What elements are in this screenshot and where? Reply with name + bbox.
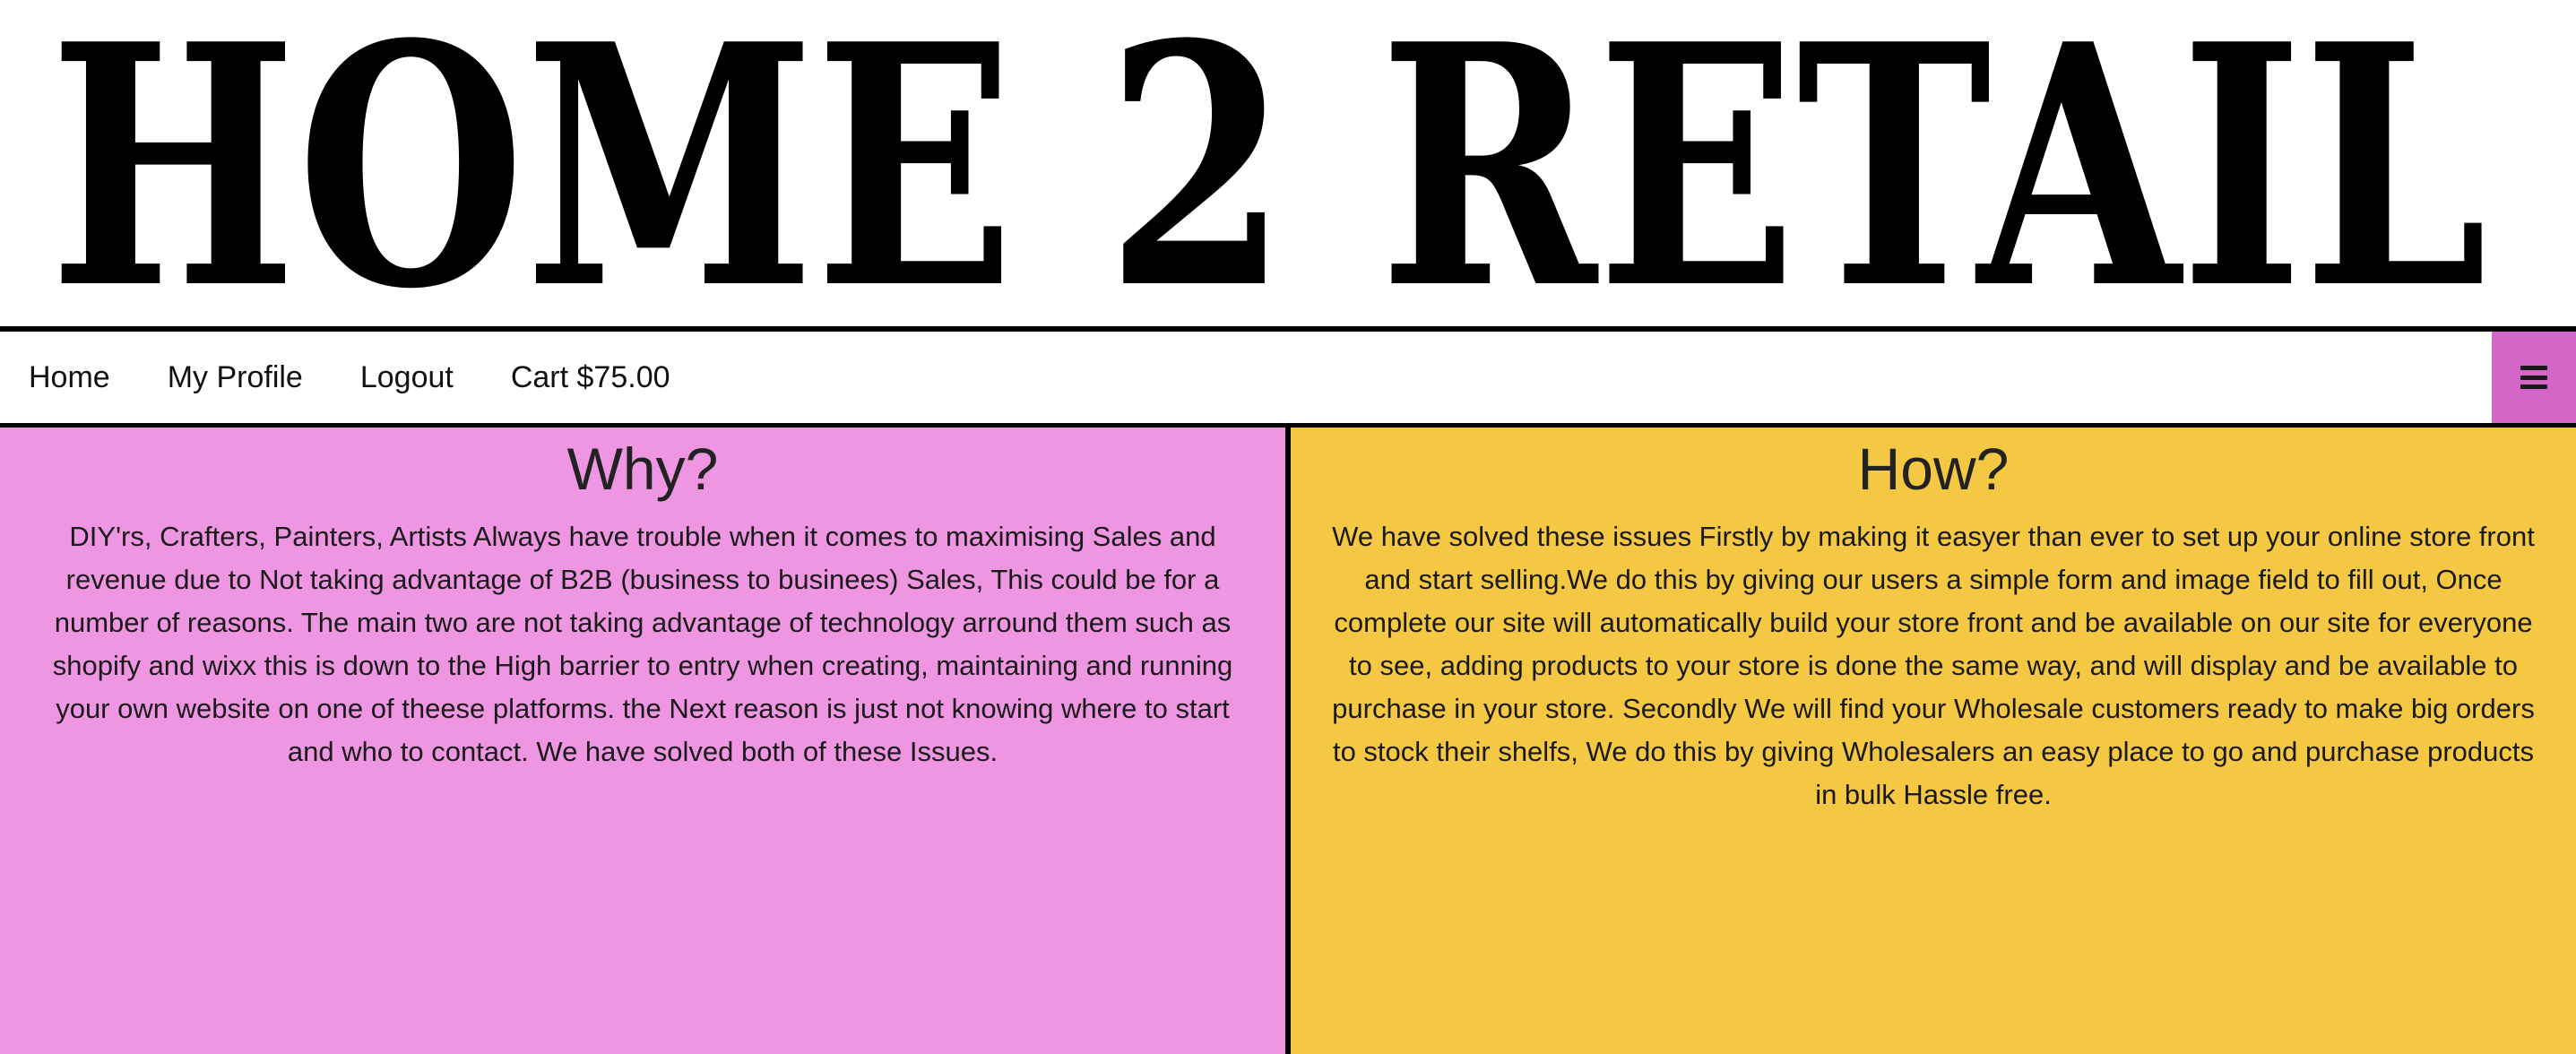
info-panels: Why? DIY'rs, Crafters, Painters, Artists… <box>0 428 2576 1054</box>
how-body-text: We have solved these issues Firstly by m… <box>1332 521 2535 810</box>
main-navbar: Home My Profile Logout Cart $75.00 <box>0 332 2576 423</box>
how-heading: How? <box>1857 436 2010 502</box>
how-panel: How? We have solved these issues Firstly… <box>1291 428 2576 1054</box>
menu-toggle-button[interactable] <box>2492 332 2576 423</box>
nav-links: Home My Profile Logout Cart $75.00 <box>0 332 699 423</box>
site-title-text: HOME 2 RETAIL <box>49 0 2487 328</box>
why-heading: Why? <box>566 436 719 502</box>
nav-link-home[interactable]: Home <box>0 332 139 423</box>
nav-link-my-profile[interactable]: My Profile <box>139 332 332 423</box>
site-title: HOME 2 RETAIL <box>0 0 2576 328</box>
why-body-text: DIY'rs, Crafters, Painters, Artists Alwa… <box>52 521 1233 767</box>
nav-link-cart[interactable]: Cart $75.00 <box>482 332 699 423</box>
site-header: HOME 2 RETAIL <box>0 0 2576 328</box>
why-panel: Why? DIY'rs, Crafters, Painters, Artists… <box>0 428 1285 1054</box>
nav-link-logout[interactable]: Logout <box>332 332 482 423</box>
site-title-graphic: HOME 2 RETAIL <box>49 0 2487 328</box>
hamburger-menu-icon <box>2520 366 2547 389</box>
